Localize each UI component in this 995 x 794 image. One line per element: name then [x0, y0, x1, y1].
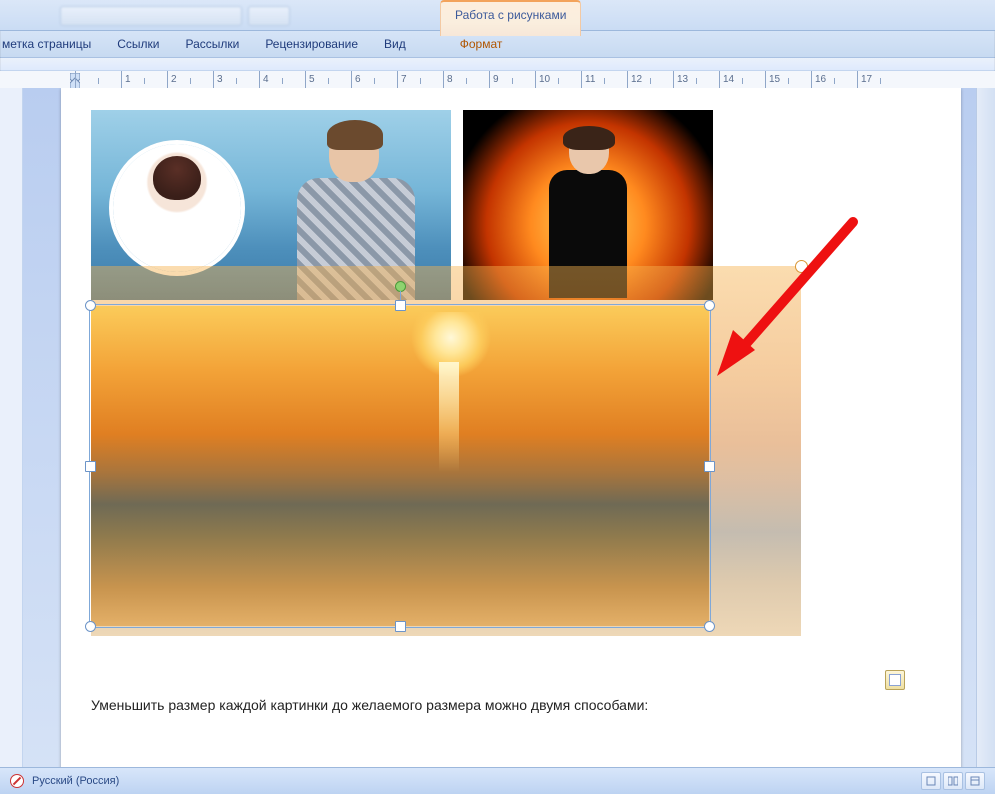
spellcheck-icon[interactable]: [10, 774, 24, 788]
view-reading-button[interactable]: [943, 772, 963, 790]
tab-mailings[interactable]: Рассылки: [183, 33, 241, 55]
crop-corner-handle[interactable]: [795, 260, 808, 273]
paste-options-icon[interactable]: [885, 670, 905, 690]
quick-access-overflow[interactable]: [248, 6, 290, 26]
ribbon-strip: [0, 58, 995, 71]
quick-access-toolbar[interactable]: [60, 6, 242, 26]
picture-tools-context-tab[interactable]: Работа с рисунками: [440, 0, 581, 36]
titlebar: Работа с рисунками: [0, 0, 995, 31]
tab-review[interactable]: Рецензирование: [263, 33, 360, 55]
selected-image[interactable]: [91, 306, 709, 626]
page: Уменьшить размер каждой картинки до жела…: [61, 88, 961, 768]
vertical-ruler[interactable]: [0, 88, 23, 768]
tab-references[interactable]: Ссылки: [115, 33, 161, 55]
language-indicator[interactable]: Русский (Россия): [32, 775, 119, 787]
tab-view[interactable]: Вид: [382, 33, 408, 55]
sunset-image-content: [91, 306, 709, 626]
app-window: Работа с рисунками метка страницы Ссылки…: [0, 0, 995, 794]
vertical-scrollbar[interactable]: [976, 88, 995, 768]
document-area: Уменьшить размер каждой картинки до жела…: [0, 88, 995, 768]
view-buttons: [921, 772, 985, 790]
body-paragraph[interactable]: Уменьшить размер каждой картинки до жела…: [91, 696, 931, 716]
tab-format[interactable]: Формат: [458, 33, 505, 55]
statusbar: Русский (Россия): [0, 767, 995, 794]
view-web-button[interactable]: [965, 772, 985, 790]
tab-page-layout[interactable]: метка страницы: [0, 33, 93, 55]
view-print-layout-button[interactable]: [921, 772, 941, 790]
document-scroll[interactable]: Уменьшить размер каждой картинки до жела…: [23, 88, 995, 768]
